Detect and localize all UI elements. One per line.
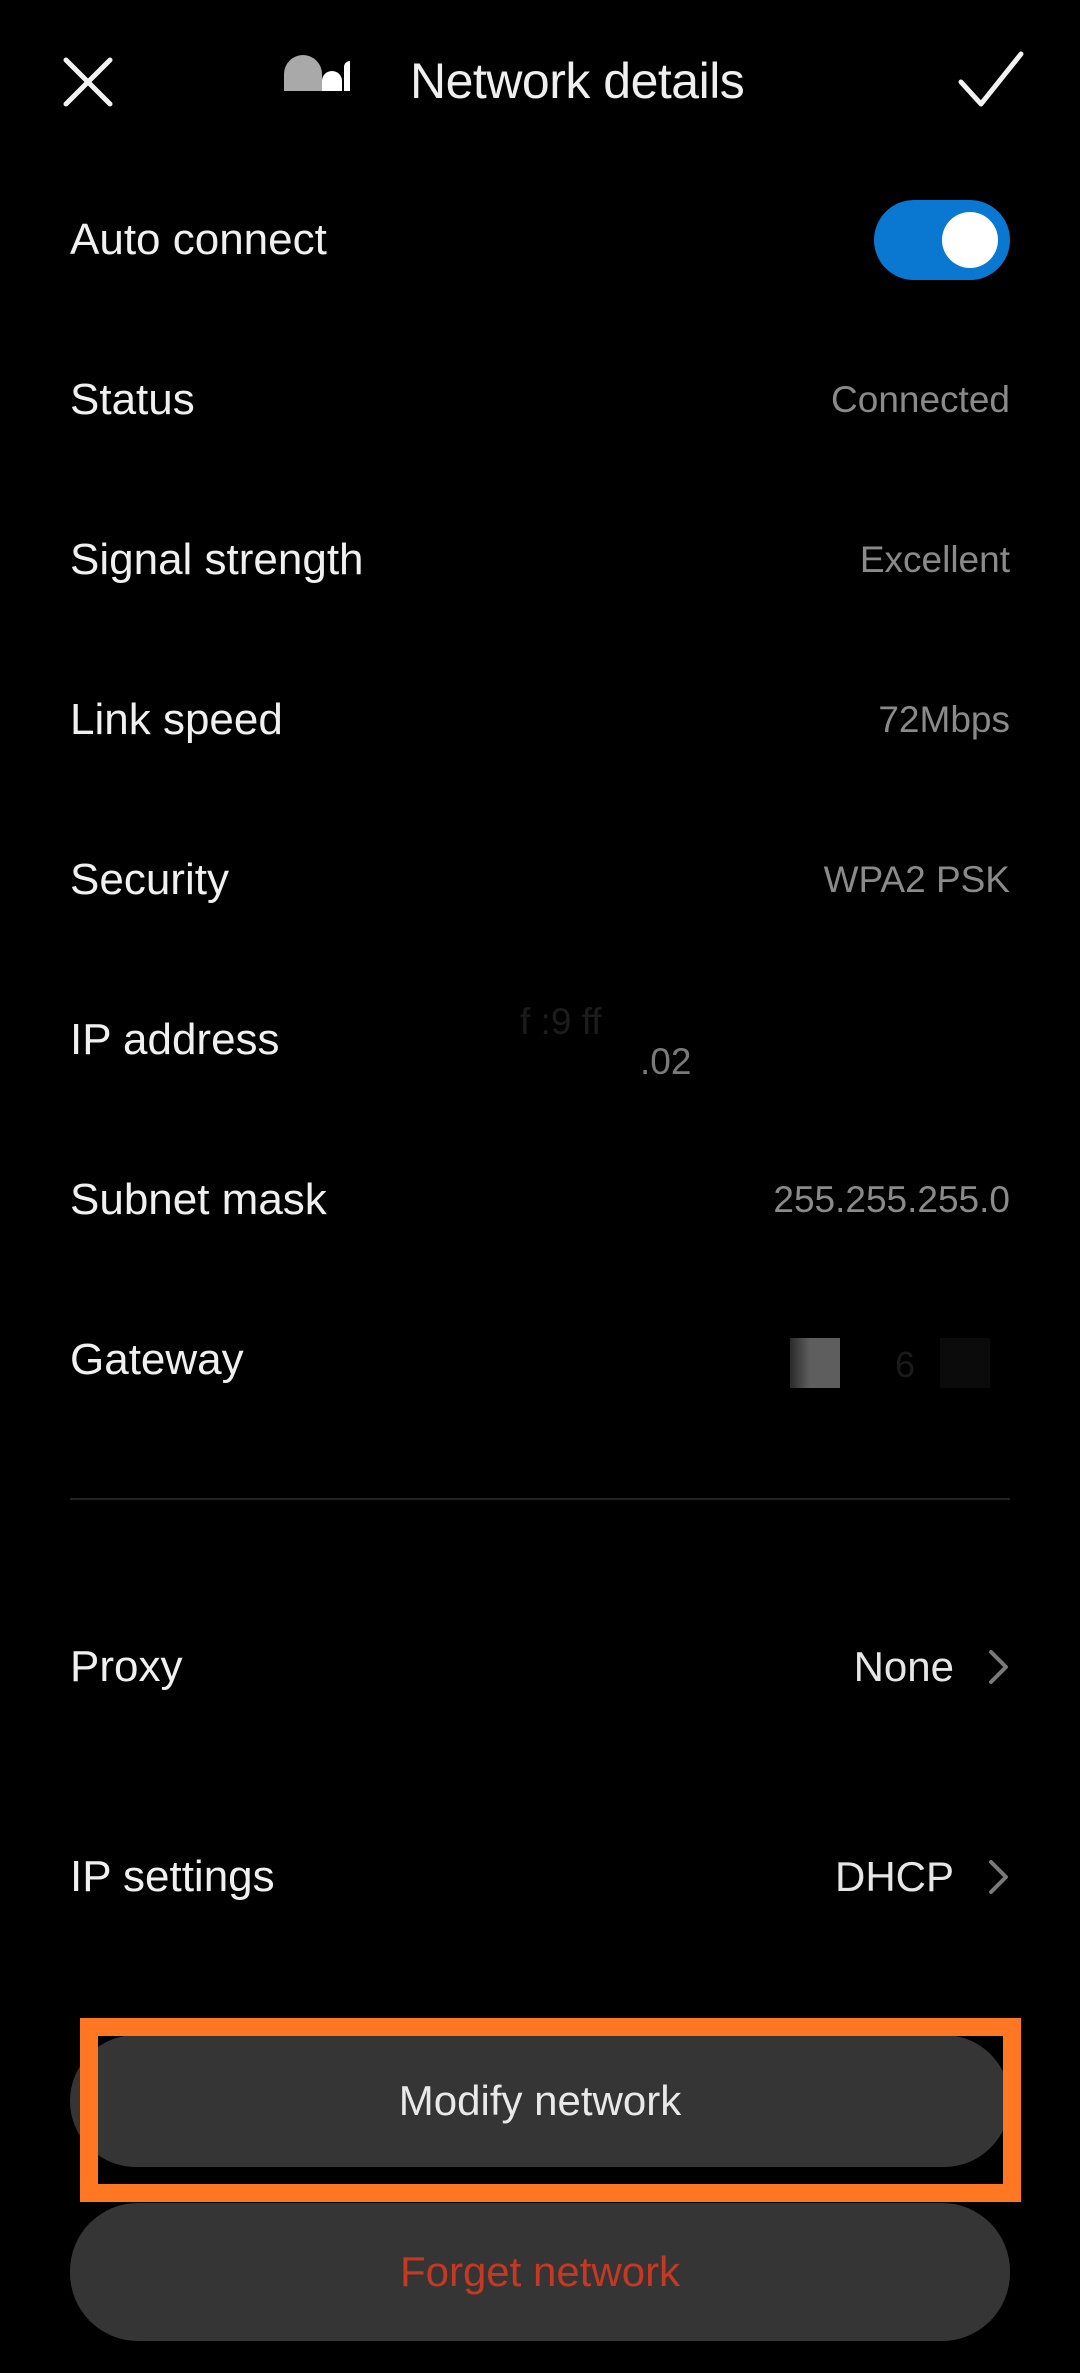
detail-label: Subnet mask — [70, 1175, 327, 1224]
forget-network-button[interactable]: Forget network — [70, 2203, 1010, 2341]
checkmark-icon — [958, 51, 1024, 107]
close-icon — [63, 57, 113, 107]
detail-label: IP address — [70, 1015, 280, 1064]
detail-label: Gateway — [70, 1335, 244, 1384]
gateway-redacted-value: 6 — [790, 1330, 1010, 1390]
detail-label: Link speed — [70, 695, 283, 744]
proxy-row[interactable]: Proxy None — [70, 1617, 1010, 1717]
title-area: Network details — [280, 36, 745, 126]
auto-connect-label: Auto connect — [70, 215, 327, 264]
detail-row-ip-address: IP address f :9 ff .02 — [70, 990, 1010, 1090]
page-title: Network details — [410, 53, 745, 109]
setting-value: DHCP — [834, 1853, 954, 1900]
section-divider — [70, 1498, 1010, 1500]
setting-value: None — [853, 1643, 954, 1690]
detail-row-link-speed: Link speed 72Mbps — [70, 670, 1010, 770]
detail-label: Signal strength — [70, 535, 364, 584]
confirm-button[interactable] — [955, 48, 1027, 112]
ip-settings-row[interactable]: IP settings DHCP — [70, 1827, 1010, 1927]
header-bar: Network details — [0, 0, 1080, 160]
detail-value: WPA2 PSK — [823, 859, 1010, 900]
auto-connect-row[interactable]: Auto connect — [70, 190, 1010, 290]
detail-value: 72Mbps — [878, 699, 1010, 740]
detail-value: Connected — [831, 379, 1010, 420]
detail-row-status: Status Connected — [70, 350, 1010, 450]
detail-row-signal-strength: Signal strength Excellent — [70, 510, 1010, 610]
ssid-redaction — [280, 51, 400, 111]
detail-label: Security — [70, 855, 229, 904]
detail-label: Status — [70, 375, 195, 424]
toggle-knob — [942, 212, 998, 268]
ip-address-redacted-value: f :9 ff .02 — [520, 1001, 692, 1082]
setting-label: Proxy — [70, 1642, 183, 1691]
detail-value: 255.255.255.0 — [773, 1179, 1010, 1220]
chevron-right-icon — [989, 1860, 1008, 1894]
highlight-box — [80, 2018, 1021, 2202]
auto-connect-toggle[interactable] — [874, 200, 1010, 280]
detail-row-security: Security WPA2 PSK — [70, 830, 1010, 930]
detail-value: Excellent — [859, 539, 1010, 580]
detail-row-subnet-mask: Subnet mask 255.255.255.0 — [70, 1150, 1010, 1250]
close-button[interactable] — [58, 52, 118, 112]
setting-label: IP settings — [70, 1852, 275, 1901]
chevron-right-icon — [989, 1650, 1008, 1684]
detail-row-gateway: Gateway 6 — [70, 1310, 1010, 1410]
